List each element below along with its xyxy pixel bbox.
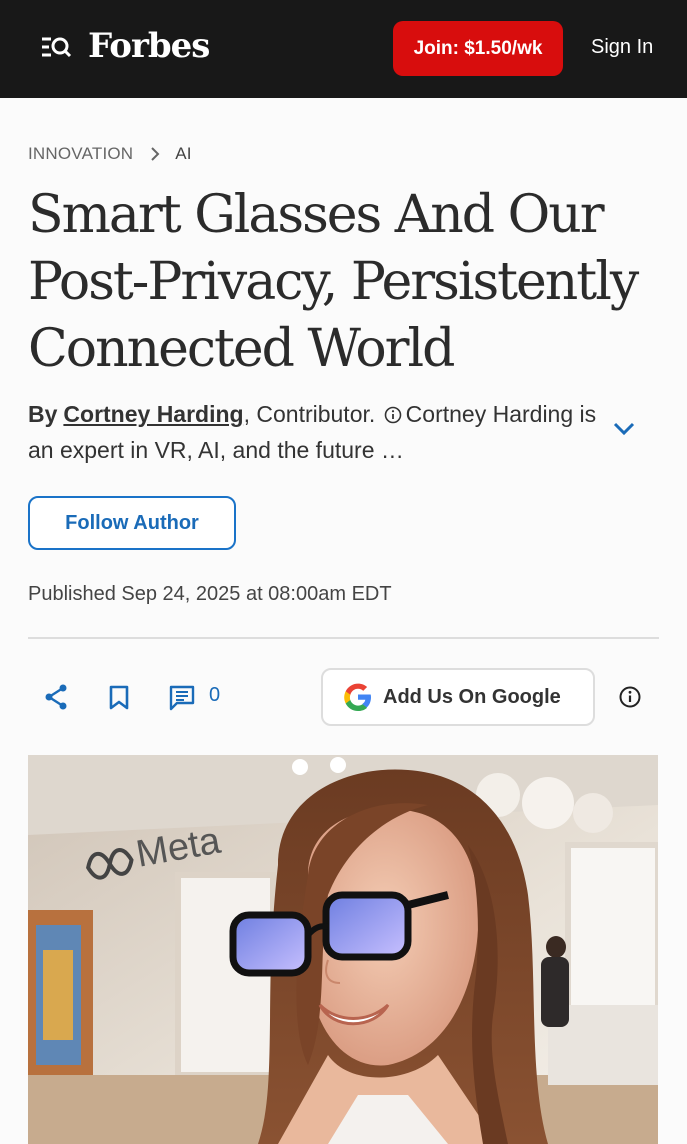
article-headline: Smart Glasses And Our Post-Privacy, Pers… xyxy=(28,185,639,379)
info-icon[interactable] xyxy=(384,406,402,424)
author-role: , Contributor. xyxy=(243,401,376,427)
comment-icon[interactable] xyxy=(169,685,195,711)
breadcrumb-innovation[interactable]: INNOVATION xyxy=(28,144,133,164)
comment-count[interactable]: 0 xyxy=(209,684,220,707)
info-circle-icon[interactable] xyxy=(619,686,641,708)
by-label: By xyxy=(28,401,58,427)
hero-image: Meta xyxy=(28,755,658,1144)
author-link[interactable]: Cortney Harding xyxy=(63,401,243,427)
add-us-on-google-label: Add Us On Google xyxy=(383,685,561,708)
forbes-logo[interactable]: Forbes xyxy=(88,26,210,66)
chevron-down-icon[interactable] xyxy=(612,420,636,438)
hero-photo: Meta xyxy=(28,755,658,1144)
follow-author-button[interactable]: Follow Author xyxy=(28,496,236,550)
google-icon xyxy=(344,683,371,711)
chevron-right-icon xyxy=(151,147,160,161)
breadcrumb: INNOVATION AI xyxy=(28,144,192,164)
published-date: Published Sep 24, 2025 at 08:00am EDT xyxy=(28,583,392,605)
top-navigation-bar: Forbes Join: $1.50/wk Sign In xyxy=(0,0,687,98)
breadcrumb-ai[interactable]: AI xyxy=(175,144,191,164)
sign-in-link[interactable]: Sign In xyxy=(591,36,653,59)
divider xyxy=(28,637,659,639)
add-us-on-google-button[interactable]: Add Us On Google xyxy=(321,668,595,726)
menu-search-icon[interactable] xyxy=(40,34,72,62)
bookmark-icon[interactable] xyxy=(108,685,130,711)
byline: By Cortney Harding, Contributor. Cortney … xyxy=(28,396,598,468)
join-subscribe-button[interactable]: Join: $1.50/wk xyxy=(393,21,563,76)
share-icon[interactable] xyxy=(44,684,68,710)
